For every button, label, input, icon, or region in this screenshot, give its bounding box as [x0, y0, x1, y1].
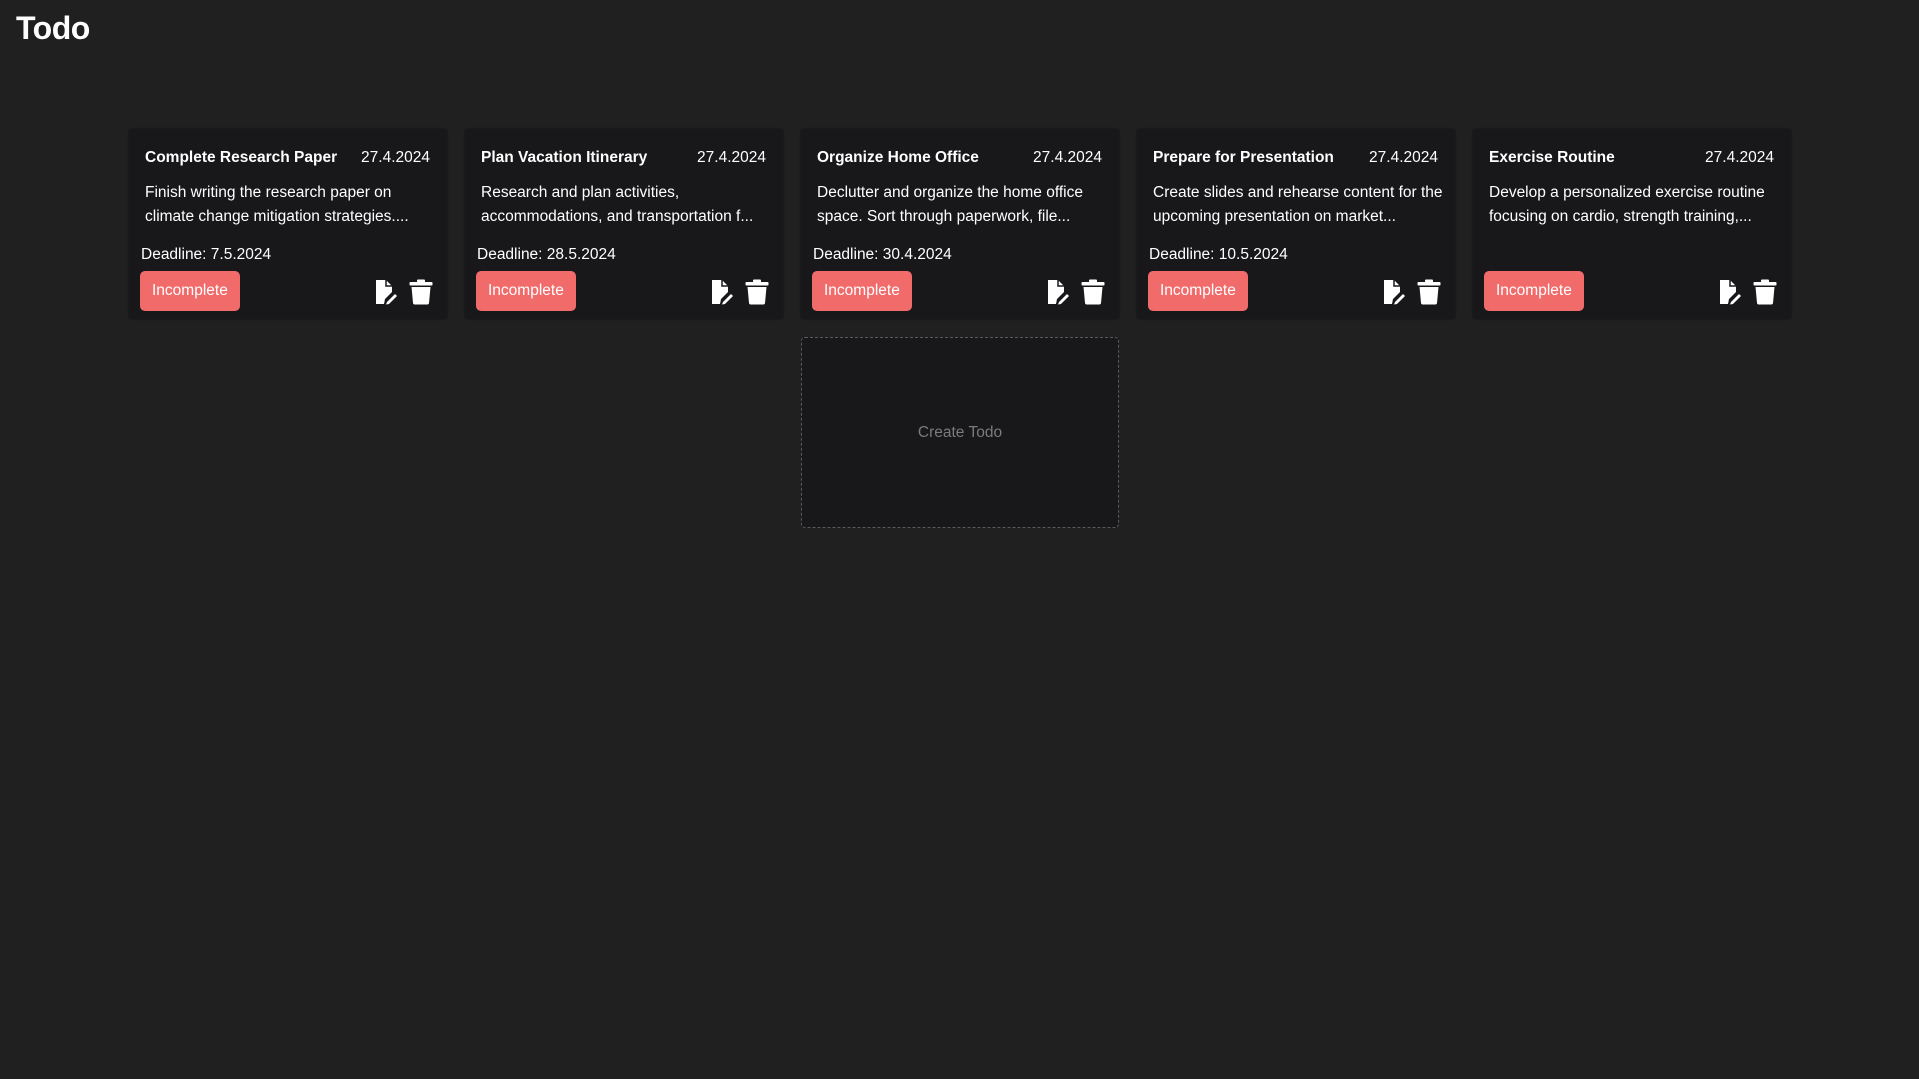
trash-icon [409, 279, 433, 305]
status-toggle-button[interactable]: Incomplete [812, 271, 912, 311]
todo-created-date: 27.4.2024 [1369, 149, 1438, 166]
delete-button[interactable] [1753, 279, 1777, 305]
edit-button[interactable] [1717, 279, 1741, 305]
todo-created-date: 27.4.2024 [1033, 149, 1102, 166]
todo-card: Complete Research Paper 27.4.2024 Finish… [129, 129, 447, 319]
edit-button[interactable] [1381, 279, 1405, 305]
app-title: Todo [16, 10, 90, 46]
edit-note-icon [1048, 280, 1069, 305]
todo-description: Create slides and rehearse content for t… [1153, 184, 1443, 225]
todo-deadline: Deadline: 7.5.2024 [141, 246, 272, 263]
edit-button[interactable] [1045, 279, 1069, 305]
edit-button[interactable] [709, 279, 733, 305]
todo-description: Declutter and organize the home office s… [817, 184, 1083, 225]
todo-description: Research and plan activities, accommodat… [481, 184, 754, 225]
todo-deadline: Deadline: 30.4.2024 [813, 246, 952, 263]
todo-list: Complete Research Paper 27.4.2024 Finish… [129, 129, 1791, 319]
todo-created-date: 27.4.2024 [361, 149, 430, 166]
todo-description: Finish writing the research paper on cli… [145, 184, 409, 225]
todo-title: Complete Research Paper [145, 149, 338, 166]
trash-icon [1081, 279, 1105, 305]
trash-icon [745, 279, 769, 305]
trash-icon [1753, 279, 1777, 305]
todo-title: Organize Home Office [817, 149, 979, 166]
edit-note-icon [376, 280, 397, 305]
edit-button[interactable] [373, 279, 397, 305]
todo-card: Organize Home Office 27.4.2024 Declutter… [801, 129, 1119, 319]
todo-title: Prepare for Presentation [1153, 149, 1334, 166]
status-toggle-button[interactable]: Incomplete [476, 271, 576, 311]
todo-title: Exercise Routine [1489, 149, 1615, 166]
todo-created-date: 27.4.2024 [697, 149, 766, 166]
edit-note-icon [1384, 280, 1405, 305]
edit-note-icon [1720, 280, 1741, 305]
delete-button[interactable] [409, 279, 433, 305]
status-toggle-button[interactable]: Incomplete [140, 271, 240, 311]
todo-card: Plan Vacation Itinerary 27.4.2024 Resear… [465, 129, 783, 319]
delete-button[interactable] [1417, 279, 1441, 305]
trash-icon [1417, 279, 1441, 305]
create-todo-label: Create Todo [917, 423, 1003, 441]
todo-card: Exercise Routine 27.4.2024 Develop a per… [1473, 129, 1791, 319]
delete-button[interactable] [745, 279, 769, 305]
todo-deadline: Deadline: 10.5.2024 [1149, 246, 1288, 263]
delete-button[interactable] [1081, 279, 1105, 305]
status-toggle-button[interactable]: Incomplete [1148, 271, 1248, 311]
todo-deadline: Deadline: 28.5.2024 [477, 246, 616, 263]
create-todo-button[interactable]: Create Todo [801, 337, 1119, 528]
todo-created-date: 27.4.2024 [1705, 149, 1774, 166]
edit-note-icon [712, 280, 733, 305]
todo-card: Prepare for Presentation 27.4.2024 Creat… [1137, 129, 1455, 319]
todo-title: Plan Vacation Itinerary [481, 149, 648, 166]
status-toggle-button[interactable]: Incomplete [1484, 271, 1584, 311]
todo-description: Develop a personalized exercise routine … [1489, 184, 1765, 225]
